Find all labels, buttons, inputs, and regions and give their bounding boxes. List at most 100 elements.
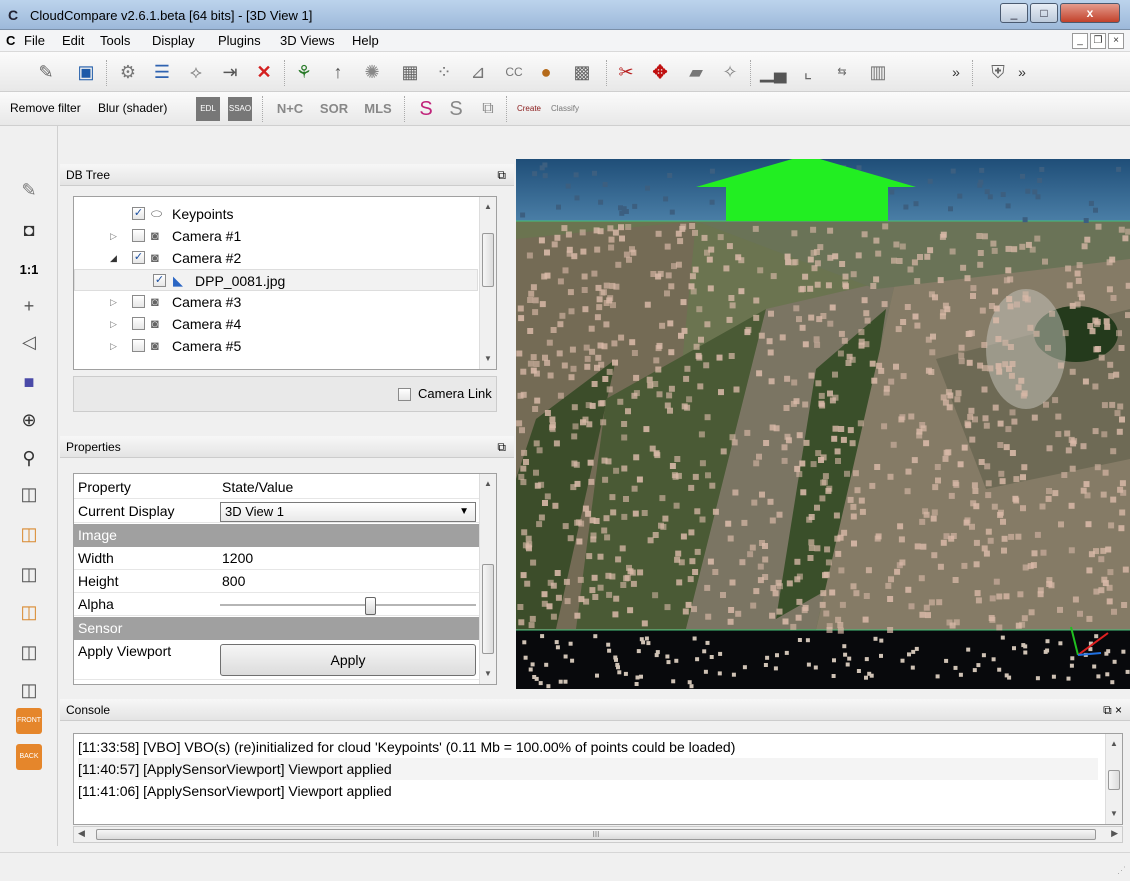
edl-icon[interactable]: EDL (196, 97, 220, 121)
minimize-button[interactable]: _ (1000, 3, 1028, 23)
scroll-up-icon[interactable]: ▲ (1106, 736, 1122, 752)
fill-icon[interactable]: ● (534, 60, 558, 84)
expand-arrow-icon[interactable]: ▷ (110, 291, 117, 313)
view-left-icon[interactable]: ◫ (17, 562, 41, 586)
mdi-close-button[interactable]: × (1108, 33, 1124, 49)
menu-plugins[interactable]: Plugins (218, 33, 261, 48)
scroll-up-icon[interactable]: ▲ (480, 199, 496, 215)
checker-icon[interactable]: ▩ (570, 60, 594, 84)
sor-button[interactable]: SOR (314, 97, 354, 121)
menu-file[interactable]: File (24, 33, 45, 48)
cube-icon[interactable]: ■ (17, 370, 41, 394)
tree-item-camera-2[interactable]: ◢ ✓ ◙ Camera #2 (74, 247, 478, 269)
list-icon[interactable]: ☰ (150, 60, 174, 84)
console-float-close-icon[interactable]: ⧉ × (1103, 699, 1122, 721)
view-bottom-icon[interactable]: ◫ (17, 678, 41, 702)
tree-checkbox[interactable] (132, 339, 145, 352)
properties-gear-icon[interactable]: ⚙ (116, 60, 140, 84)
open-icon[interactable]: ✎ (34, 60, 58, 84)
menu-display[interactable]: Display (152, 33, 195, 48)
expand-arrow-icon[interactable]: ▷ (110, 225, 117, 247)
scroll-thumb[interactable] (1108, 770, 1120, 790)
tree-icon[interactable]: ⟡ (184, 60, 208, 84)
close-button[interactable]: x (1060, 3, 1120, 23)
remove-filter-button[interactable]: Remove filter (10, 101, 81, 115)
cc-icon[interactable]: CC (502, 60, 526, 84)
shield-icon[interactable]: ⛨ (986, 60, 1010, 84)
expand-arrow-icon[interactable]: ▷ (110, 335, 117, 357)
expand-arrow-icon[interactable]: ▷ (110, 313, 117, 335)
canupo-create-icon[interactable]: Create (512, 97, 546, 121)
scroll-thumb[interactable] (482, 233, 494, 287)
canupo-classify-icon[interactable]: Classify (548, 97, 582, 121)
console-vscrollbar[interactable]: ▲ ▼ (1105, 734, 1122, 824)
min-max-icon[interactable]: ⇆ (830, 60, 854, 84)
scatter-icon[interactable]: ⁘ (432, 60, 456, 84)
tree-checkbox[interactable]: ✓ (132, 251, 145, 264)
console-hscrollbar[interactable]: ◀ III ▶ (73, 826, 1123, 843)
mesh-icon[interactable]: ▦ (398, 60, 422, 84)
s-filter-gray-icon[interactable]: S (444, 97, 468, 121)
curve-icon[interactable]: ⌞ (796, 60, 820, 84)
apply-button[interactable]: Apply (220, 644, 476, 676)
mdi-restore-button[interactable]: ❐ (1090, 33, 1106, 49)
histogram-icon[interactable]: ▁▄ (760, 60, 787, 84)
segment-icon[interactable]: ✂ (614, 60, 638, 84)
3d-view-canvas[interactable] (516, 159, 1130, 689)
s-filter-icon[interactable]: S (414, 97, 438, 121)
translate-icon[interactable]: ✥ (648, 60, 672, 84)
scroll-left-icon[interactable]: ◀ (78, 828, 85, 839)
bar-icon[interactable]: ▥ (866, 60, 890, 84)
properties-scrollbar[interactable]: ▲ ▼ (479, 474, 496, 684)
collapse-arrow-icon[interactable]: ◢ (110, 247, 117, 269)
tree-item-camera-3[interactable]: ▷ ◙ Camera #3 (74, 291, 478, 313)
tree-item-camera-4[interactable]: ▷ ◙ Camera #4 (74, 313, 478, 335)
toolbar-extend-icon[interactable]: » (944, 60, 968, 84)
clone-icon[interactable]: ⇥ (218, 60, 242, 84)
scroll-thumb[interactable] (482, 564, 494, 654)
scroll-right-icon[interactable]: ▶ (1111, 828, 1118, 839)
scroll-down-icon[interactable]: ▼ (480, 666, 496, 682)
pivot-icon[interactable]: ⊕ (17, 408, 41, 432)
save-icon[interactable]: ▣ (74, 60, 98, 84)
tree-checkbox[interactable] (132, 295, 145, 308)
blur-shader-button[interactable]: Blur (shader) (98, 101, 167, 115)
menu-3d-views[interactable]: 3D Views (280, 33, 335, 48)
zoom-icon[interactable]: ⚲ (17, 446, 41, 470)
view-front-icon[interactable]: ◫ (17, 522, 41, 546)
nc-button[interactable]: N+C (270, 97, 310, 121)
scroll-down-icon[interactable]: ▼ (480, 351, 496, 367)
3d-view[interactable] (516, 159, 1130, 689)
front-iso-icon[interactable]: FRONT (16, 708, 42, 734)
perspective-icon[interactable]: ◁ (17, 330, 41, 354)
resize-grip-icon[interactable]: ⋰ (1117, 865, 1126, 876)
menu-help[interactable]: Help (352, 33, 379, 48)
mdi-minimize-button[interactable]: _ (1072, 33, 1088, 49)
tree-checkbox[interactable] (132, 229, 145, 242)
maximize-button[interactable]: □ (1030, 3, 1058, 23)
tree-item-camera-1[interactable]: ▷ ◙ Camera #1 (74, 225, 478, 247)
ssao-icon[interactable]: SSAO (228, 97, 252, 121)
dbtree-scrollbar[interactable]: ▲ ▼ (479, 197, 496, 369)
crosshair-icon[interactable]: + (17, 294, 41, 318)
current-display-select[interactable]: 3D View 1 ▼ (220, 502, 476, 522)
tree-checkbox[interactable]: ✓ (153, 274, 166, 287)
alpha-slider-thumb[interactable] (365, 597, 376, 615)
float-panel-icon[interactable]: ⧉ (497, 164, 506, 186)
menu-edit[interactable]: Edit (62, 33, 84, 48)
camera-icon[interactable]: ◘ (17, 218, 41, 242)
delete-icon[interactable]: ✕ (252, 60, 276, 84)
zoom-1-1-icon[interactable]: 1:1 (17, 258, 41, 282)
tree-checkbox[interactable] (132, 317, 145, 330)
tree-item-keypoints[interactable]: ✓ ⬭ Keypoints (74, 203, 478, 225)
wrench-icon[interactable]: ✎ (17, 178, 41, 202)
tree-item-camera-5[interactable]: ▷ ◙ Camera #5 (74, 335, 478, 357)
scroll-down-icon[interactable]: ▼ (1106, 806, 1122, 822)
back-iso-icon[interactable]: BACK (16, 744, 42, 770)
tree-item-image[interactable]: ✓ ◣ DPP_0081.jpg (74, 269, 478, 291)
view-right-icon[interactable]: ◫ (17, 640, 41, 664)
scroll-up-icon[interactable]: ▲ (480, 476, 496, 492)
mls-button[interactable]: MLS (358, 97, 398, 121)
float-panel-icon[interactable]: ⧉ (497, 436, 506, 458)
menu-tools[interactable]: Tools (100, 33, 130, 48)
